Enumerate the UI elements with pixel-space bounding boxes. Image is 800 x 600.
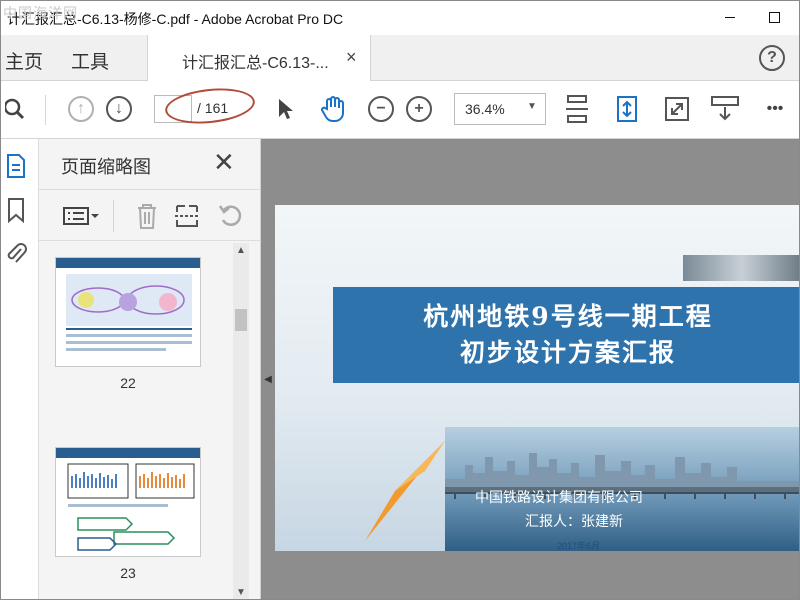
title-bar: 计汇报汇总-C6.13-杨修-C.pdf - Adobe Acrobat Pro… (1, 1, 799, 35)
search-icon (5, 98, 25, 120)
zoom-out-icon: − (368, 96, 394, 122)
minimize-icon (725, 16, 735, 18)
close-tab-button[interactable]: × (346, 47, 357, 68)
full-screen-button[interactable] (661, 93, 693, 125)
fit-page-button[interactable] (561, 93, 593, 125)
rotate-button[interactable] (217, 202, 245, 230)
slide-organization: 中国铁路设计集团有限公司 (475, 489, 643, 505)
search-button[interactable] (1, 93, 33, 125)
zoom-out-button[interactable]: − (365, 93, 397, 125)
thumbnail-page-23[interactable] (55, 447, 201, 557)
scroll-down-icon[interactable]: ▼ (236, 587, 246, 598)
slide-photo-strip (683, 255, 799, 281)
thumbnail-header (56, 448, 200, 458)
slide-title-line1: 杭州地铁9号线一期工程 (423, 302, 713, 331)
close-panel-button[interactable]: ✕ (213, 147, 235, 178)
scrolling-mode-button[interactable] (611, 93, 643, 125)
zoom-select[interactable]: 36.4% ▼ (454, 93, 546, 125)
thumbnail-page-22[interactable] (55, 257, 201, 367)
extract-pages-button[interactable] (173, 202, 201, 230)
pdf-page: 杭州地铁9号线一期工程 初步设计方案汇报 中国铁路设计集团有限公司 汇报人：张建… (275, 205, 799, 551)
options-icon (63, 207, 99, 225)
arrow-up-icon: ↑ (68, 96, 94, 122)
zoom-in-button[interactable]: + (403, 93, 435, 125)
previous-page-button[interactable]: ↑ (65, 93, 97, 125)
scroll-mode-icon (617, 96, 637, 122)
maximize-icon (768, 11, 780, 23)
read-mode-button[interactable] (709, 93, 741, 125)
bookmark-icon[interactable] (5, 197, 27, 223)
attachment-icon[interactable] (5, 241, 27, 267)
zoom-value: 36.4% (465, 101, 505, 117)
zoom-in-icon: + (406, 96, 432, 122)
thumbnail-scrollbar[interactable]: ▲ ▼ (233, 243, 249, 599)
page-thumbnails-icon[interactable] (5, 153, 27, 179)
thumbnail-list: 22 23 (39, 243, 233, 599)
tab-bar: 主页 工具 计汇报汇总-C6.13-... × ? (1, 35, 799, 81)
hand-icon (321, 96, 344, 123)
orange-graphic (365, 441, 445, 541)
extract-pages-icon (175, 205, 199, 227)
panel-separator (113, 200, 114, 232)
panel-toolbar (39, 189, 271, 241)
panel-title: 页面缩略图 (61, 157, 151, 177)
watermark: 中国海洋网 (3, 5, 78, 21)
arrow-down-icon: ↓ (106, 96, 132, 122)
collapse-panel-button[interactable]: ◀ (261, 365, 275, 393)
help-button[interactable]: ? (759, 45, 785, 71)
thumbnail-graphic (67, 463, 195, 551)
trash-icon (138, 204, 156, 229)
maximize-button[interactable] (751, 1, 797, 33)
left-rail (1, 139, 39, 599)
toolbar: ↑ ↓ / 161 − + 36.4% ▼ ••• (1, 81, 799, 139)
document-area: ◀ 杭州地铁9号线一期工程 初步设计方案汇报 中国铁路设计集团有限公司 汇报人：… (261, 139, 799, 599)
scrollbar-thumb[interactable] (235, 309, 247, 331)
slide-date: 2017年6月 (557, 541, 601, 551)
thumbnail-graphic (66, 274, 192, 351)
scroll-up-icon[interactable]: ▲ (236, 245, 246, 256)
tab-tools[interactable]: 工具 (71, 47, 109, 74)
select-tool-button[interactable] (269, 93, 301, 125)
hand-tool-button[interactable] (317, 93, 349, 125)
thumbnail-header (56, 258, 200, 268)
thumbnail-page-number: 22 (120, 375, 136, 391)
slide-reporter: 汇报人：张建新 (525, 513, 623, 529)
fit-page-icon (566, 95, 588, 123)
delete-pages-button[interactable] (133, 202, 161, 230)
cursor-arrow-icon (279, 99, 293, 119)
tab-document[interactable]: 计汇报汇总-C6.13-... × (147, 35, 371, 81)
next-page-button[interactable]: ↓ (103, 93, 135, 125)
download-page-icon (711, 96, 739, 121)
thumbnail-page-number: 23 (120, 565, 136, 581)
options-menu-button[interactable] (61, 202, 101, 230)
acrobat-window: 计汇报汇总-C6.13-杨修-C.pdf - Adobe Acrobat Pro… (0, 0, 800, 600)
document-tab-label: 计汇报汇总-C6.13-... (182, 55, 329, 72)
rotate-icon (218, 205, 242, 226)
minimize-button[interactable] (707, 1, 753, 33)
chevron-down-icon: ▼ (527, 101, 537, 112)
slide-title-line2: 初步设计方案汇报 (459, 338, 676, 367)
toolbar-separator (45, 95, 46, 125)
tab-home[interactable]: 主页 (5, 47, 43, 74)
full-screen-icon (665, 97, 689, 121)
thumbnail-panel: 页面缩略图 ✕ 22 23 ▲ ▼ (39, 139, 271, 599)
more-tools-button[interactable]: ••• (759, 93, 791, 125)
